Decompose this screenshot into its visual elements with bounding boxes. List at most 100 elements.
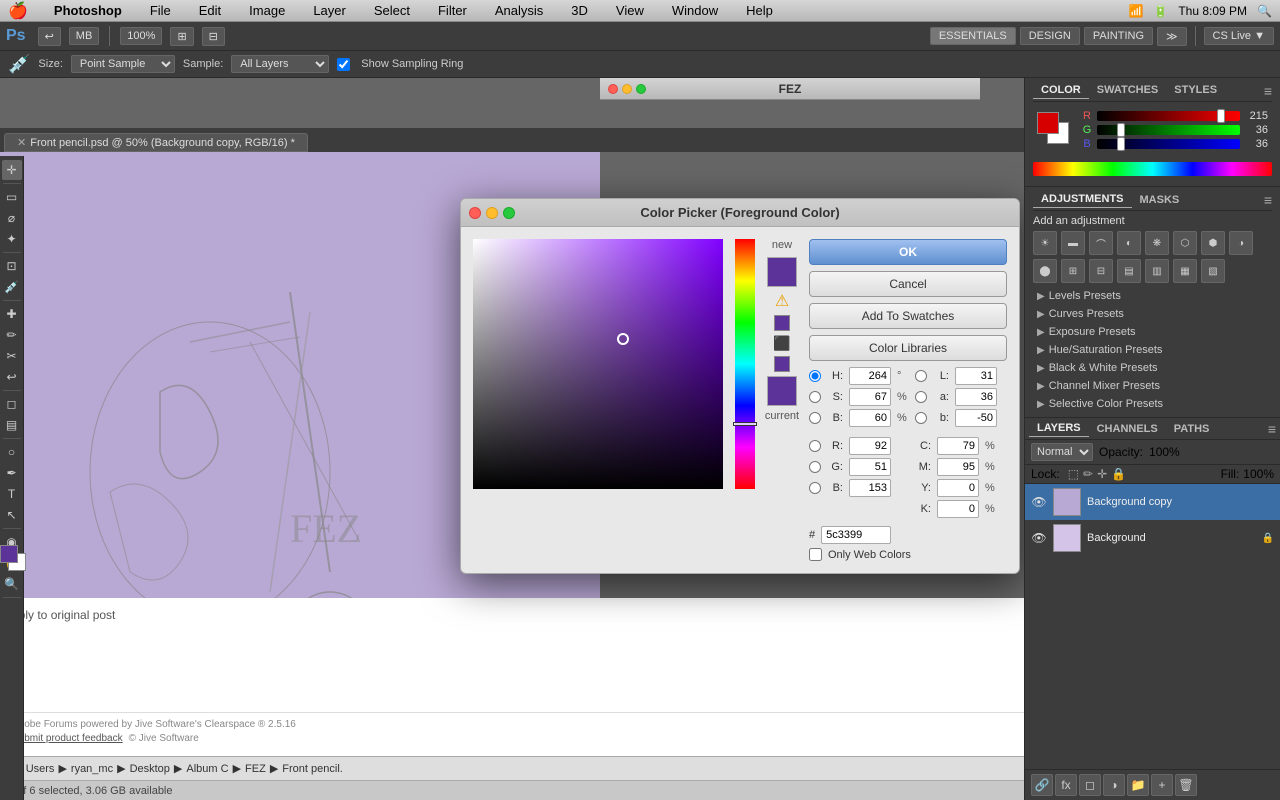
g-slider[interactable] xyxy=(1097,125,1240,135)
layer-new-btn[interactable]: + xyxy=(1151,774,1173,796)
zoom-btn[interactable]: 100% xyxy=(120,27,162,45)
cp-blab-radio[interactable] xyxy=(915,412,927,424)
bw-adj-icon[interactable]: ◑ xyxy=(1229,231,1253,255)
cp-g-radio[interactable] xyxy=(809,461,821,473)
cp-y-input[interactable] xyxy=(937,479,979,497)
cp-b-radio[interactable] xyxy=(809,412,821,424)
cp-b2-radio[interactable] xyxy=(809,482,821,494)
cp-s-input[interactable] xyxy=(849,388,891,406)
menu-edit[interactable]: Edit xyxy=(193,1,227,20)
cp-fg-swatch[interactable] xyxy=(1037,112,1059,134)
breadcrumb-file[interactable]: Front pencil. xyxy=(282,763,343,775)
pen-tool[interactable]: ✒ xyxy=(2,463,22,483)
color-panel-menu-icon[interactable]: ≡ xyxy=(1264,83,1272,99)
invert-adj-icon[interactable]: ⊟ xyxy=(1089,259,1113,283)
menu-layer[interactable]: Layer xyxy=(307,1,352,20)
exposure-presets-item[interactable]: ▶ Exposure Presets xyxy=(1033,323,1272,341)
levels-presets-item[interactable]: ▶ Levels Presets xyxy=(1033,287,1272,305)
layer-item-background[interactable]: 👁 Background 🔒 xyxy=(1025,520,1280,556)
add-to-swatches-button[interactable]: Add To Swatches xyxy=(809,303,1007,329)
photofilter-adj-icon[interactable]: ⬤ xyxy=(1033,259,1057,283)
gamut-warning-swatch[interactable] xyxy=(774,315,790,331)
cp-hex-input[interactable] xyxy=(821,526,891,544)
breadcrumb-users[interactable]: Users xyxy=(26,763,55,775)
color-libraries-button[interactable]: Color Libraries xyxy=(809,335,1007,361)
gradient-tool[interactable]: ▤ xyxy=(2,415,22,435)
blend-mode-select[interactable]: Normal Multiply Screen Overlay xyxy=(1031,443,1093,461)
cp-h-radio[interactable] xyxy=(809,370,821,382)
zoom-tool[interactable]: 🔍 xyxy=(2,574,22,594)
path-select-tool[interactable]: ↖ xyxy=(2,505,22,525)
brush-tool[interactable]: ✏ xyxy=(2,325,22,345)
menu-window[interactable]: Window xyxy=(666,1,724,20)
cp-s-radio[interactable] xyxy=(809,391,821,403)
posterize-adj-icon[interactable]: ▤ xyxy=(1117,259,1141,283)
only-web-colors-checkbox[interactable] xyxy=(809,548,822,561)
b-thumb[interactable] xyxy=(1117,137,1125,151)
bw-presets-item[interactable]: ▶ Black & White Presets xyxy=(1033,359,1272,377)
essentials-btn[interactable]: ESSENTIALS xyxy=(930,27,1016,45)
hue-strip[interactable] xyxy=(735,239,755,489)
cp-l-radio[interactable] xyxy=(915,370,927,382)
show-ring-checkbox[interactable] xyxy=(337,58,350,71)
new-color-swatch[interactable] xyxy=(767,257,797,287)
cp-a-input[interactable] xyxy=(955,388,997,406)
lasso-tool[interactable]: ⌀ xyxy=(2,208,22,228)
canvas-tab[interactable]: ✕ Front pencil.psd @ 50% (Background cop… xyxy=(4,133,308,152)
history-btn[interactable]: ↩ xyxy=(38,27,61,46)
cp-m-input[interactable] xyxy=(937,458,979,476)
expand-workspaces-btn[interactable]: ≫ xyxy=(1157,27,1187,46)
menu-image[interactable]: Image xyxy=(243,1,291,20)
cp-close-btn[interactable] xyxy=(469,207,481,219)
cp-minimize-btn[interactable] xyxy=(486,207,498,219)
cp-k-input[interactable] xyxy=(937,500,979,518)
g-thumb[interactable] xyxy=(1117,123,1125,137)
exposure-adj-icon[interactable]: ◐ xyxy=(1117,231,1141,255)
magic-wand-tool[interactable]: ✦ xyxy=(2,229,22,249)
menu-3d[interactable]: 3D xyxy=(565,1,594,20)
ok-button[interactable]: OK xyxy=(809,239,1007,265)
all-layers-select[interactable]: All Layers Current Layer xyxy=(231,55,329,73)
view-btn[interactable]: ⊟ xyxy=(202,27,225,46)
painting-btn[interactable]: PAINTING xyxy=(1084,27,1153,45)
cp-b2-input[interactable] xyxy=(849,479,891,497)
huesat-presets-item[interactable]: ▶ Hue/Saturation Presets xyxy=(1033,341,1272,359)
spot-heal-tool[interactable]: ✚ xyxy=(2,304,22,324)
foreground-color-swatch[interactable] xyxy=(0,545,18,563)
r-thumb[interactable] xyxy=(1217,109,1225,123)
history-brush-tool[interactable]: ↩ xyxy=(2,367,22,387)
close-tab-icon[interactable]: ✕ xyxy=(17,136,26,149)
cp-r-radio[interactable] xyxy=(809,440,821,452)
menu-help[interactable]: Help xyxy=(740,1,779,20)
cp-h-input[interactable] xyxy=(849,367,891,385)
menu-filter[interactable]: Filter xyxy=(432,1,473,20)
tab-color[interactable]: COLOR xyxy=(1033,82,1089,99)
adj-panel-menu-icon[interactable]: ≡ xyxy=(1264,192,1272,208)
cp-a-radio[interactable] xyxy=(915,391,927,403)
color-gradient[interactable] xyxy=(473,239,723,489)
lock-transparency-icon[interactable]: ⬚ xyxy=(1068,467,1079,481)
breadcrumb-album[interactable]: Album C xyxy=(186,763,228,775)
cancel-button[interactable]: Cancel xyxy=(809,271,1007,297)
lock-pixels-icon[interactable]: ✏ xyxy=(1083,467,1093,481)
web-color-swatch[interactable] xyxy=(774,356,790,372)
stamp-btn[interactable]: MB xyxy=(69,27,100,45)
menu-analysis[interactable]: Analysis xyxy=(489,1,549,20)
tab-swatches[interactable]: SWATCHES xyxy=(1089,82,1167,99)
hue-sat-adj-icon[interactable]: ⬡ xyxy=(1173,231,1197,255)
text-tool[interactable]: T xyxy=(2,484,22,504)
arrange-btn[interactable]: ⊞ xyxy=(170,27,193,46)
threshold-adj-icon[interactable]: ▥ xyxy=(1145,259,1169,283)
tab-adjustments[interactable]: ADJUSTMENTS xyxy=(1033,191,1132,208)
menu-photoshop[interactable]: Photoshop xyxy=(48,1,128,20)
layer-link-btn[interactable]: 🔗 xyxy=(1031,774,1053,796)
channelmix-adj-icon[interactable]: ⊞ xyxy=(1061,259,1085,283)
layer-adj-btn[interactable]: ◑ xyxy=(1103,774,1125,796)
fez-minimize-btn[interactable] xyxy=(622,84,632,94)
cp-c-input[interactable] xyxy=(937,437,979,455)
color-spectrum[interactable] xyxy=(1033,162,1272,176)
alert-triangle-icon[interactable]: ⚠ xyxy=(775,291,789,311)
tab-styles[interactable]: STYLES xyxy=(1166,82,1225,99)
crop-tool[interactable]: ⊡ xyxy=(2,256,22,276)
layer-mask-btn[interactable]: ◻ xyxy=(1079,774,1101,796)
